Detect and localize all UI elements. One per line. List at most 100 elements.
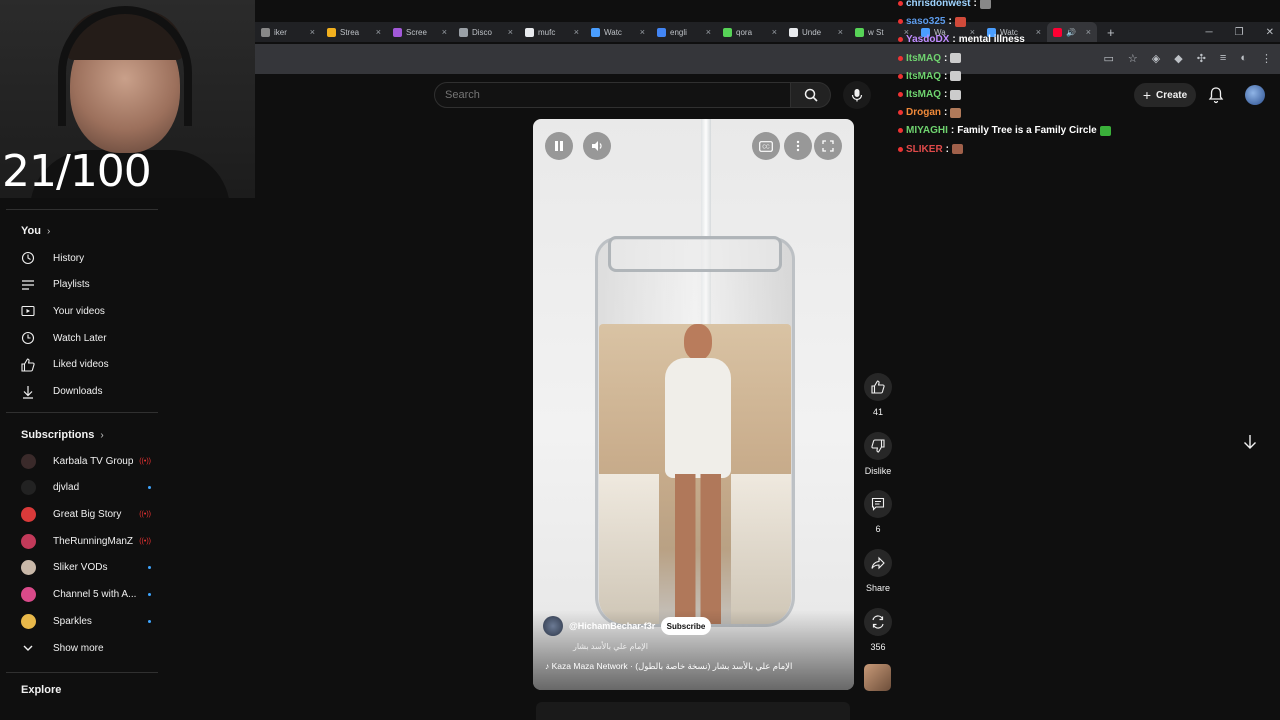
fullscreen-button[interactable]	[814, 132, 842, 160]
share-action: Share	[863, 549, 893, 593]
search-button[interactable]	[791, 82, 831, 108]
media-icon[interactable]: ≡	[1220, 52, 1226, 65]
bookmark-star-icon[interactable]: ☆	[1128, 52, 1138, 65]
tab-close-icon[interactable]: ×	[376, 27, 381, 37]
puzzle-icon[interactable]: ✣	[1197, 52, 1206, 65]
sidebar-you-header[interactable]: You ›	[21, 225, 50, 237]
chat-badge-icon	[898, 146, 903, 152]
tab-close-icon[interactable]: ×	[640, 27, 645, 37]
next-video-button[interactable]	[1238, 430, 1262, 454]
downloads-icon	[20, 384, 36, 400]
chat-badge-icon	[898, 73, 903, 79]
share-button[interactable]	[864, 549, 892, 577]
browser-tab[interactable]: Watc ×	[585, 22, 651, 42]
create-button[interactable]: + Create	[1134, 83, 1196, 107]
install-icon[interactable]: ▭	[1103, 52, 1113, 65]
tab-favicon-icon	[261, 27, 270, 37]
like-action: 41	[863, 373, 893, 417]
new-tab-button[interactable]: +	[1107, 25, 1115, 40]
tab-close-icon[interactable]: ×	[442, 27, 447, 37]
subscription-item[interactable]: Sliker VODs	[21, 558, 151, 578]
dislike-action: Dislike	[863, 432, 893, 476]
tab-label: mufc	[538, 27, 556, 37]
dislike-button[interactable]	[864, 432, 892, 460]
tab-close-icon[interactable]: ×	[838, 27, 843, 37]
like-button[interactable]	[864, 373, 892, 401]
sidebar-item-label: Playlists	[53, 279, 90, 291]
tab-close-icon[interactable]: ×	[1036, 27, 1041, 37]
chat-emote-icon	[952, 144, 964, 155]
browser-tab[interactable]: Disco ×	[453, 22, 519, 42]
profile-icon[interactable]: ◐	[1240, 52, 1247, 65]
video-title[interactable]: الإمام علي بالأسد بشار	[573, 642, 648, 651]
channel-avatar	[21, 613, 36, 629]
chat-badge-icon	[898, 37, 903, 43]
notifications-bell-icon[interactable]	[1207, 86, 1225, 104]
chat-separator: :	[944, 89, 948, 100]
sidebar-item-your-videos[interactable]: Your videos	[20, 301, 160, 321]
menu-icon[interactable]: ⋮	[1261, 52, 1272, 65]
subscribe-button[interactable]: Subscribe	[661, 617, 711, 635]
thumbs-down-icon	[871, 439, 885, 453]
captions-button[interactable]: CC	[752, 132, 780, 160]
channel-avatar[interactable]	[543, 616, 563, 636]
minimize-icon[interactable]: ─	[1206, 27, 1213, 38]
tab-close-icon[interactable]: ×	[508, 27, 513, 37]
new-content-dot	[148, 593, 151, 596]
browser-tab-active[interactable]: 🔊 ×	[1047, 22, 1097, 42]
browser-tab[interactable]: Scree ×	[387, 22, 453, 42]
account-avatar[interactable]	[1245, 85, 1265, 105]
sidebar-item-label: Watch Later	[53, 332, 107, 344]
sidebar-item-playlists[interactable]: Playlists	[20, 275, 160, 295]
tab-close-icon[interactable]: ×	[1086, 27, 1091, 37]
browser-tab[interactable]: mufc ×	[519, 22, 585, 42]
chevron-down-icon	[20, 640, 36, 656]
subscription-item[interactable]: TheRunningManZ ((•))	[21, 531, 151, 551]
more-options-button[interactable]	[784, 132, 812, 160]
remix-button[interactable]	[864, 608, 892, 636]
browser-tab[interactable]: engli ×	[651, 22, 717, 42]
sidebar-subscriptions-header[interactable]: Subscriptions ›	[21, 429, 104, 441]
close-window-icon[interactable]: ✕	[1266, 27, 1274, 38]
subscription-item[interactable]: Karbala TV Group ((•))	[21, 451, 151, 471]
subscription-item[interactable]: Channel 5 with A...	[21, 585, 151, 605]
sidebar-item-watch-later[interactable]: Watch Later	[20, 328, 160, 348]
extension-icon[interactable]: ◆	[1174, 52, 1182, 65]
channel-name[interactable]: @HichamBechar-f3r	[569, 621, 655, 631]
browser-tab[interactable]: qora ×	[717, 22, 783, 42]
comments-button[interactable]	[864, 490, 892, 518]
browser-tab[interactable]: Strea ×	[321, 22, 387, 42]
subscription-item[interactable]: Sparkles	[21, 611, 151, 631]
music-link[interactable]: ♪ Kaza Maza Network · (الإمام علي بالأسد…	[545, 661, 792, 672]
sound-thumbnail[interactable]	[864, 664, 891, 691]
pause-button[interactable]	[545, 132, 573, 160]
tab-label: w St	[868, 27, 884, 37]
tab-close-icon[interactable]: ×	[706, 27, 711, 37]
chat-username: ItsMAQ	[906, 70, 941, 82]
extension-icon[interactable]: ◈	[1152, 52, 1160, 65]
tab-label: Strea	[340, 27, 360, 37]
tab-close-icon[interactable]: ×	[310, 27, 315, 37]
more-vertical-icon	[796, 140, 800, 152]
chat-username: Drogan	[906, 107, 941, 119]
sidebar-item-history[interactable]: History	[20, 248, 160, 268]
shorts-player[interactable]: CC @HichamBechar-f3r Subscribe الإمام عل…	[533, 119, 854, 690]
volume-button[interactable]	[583, 132, 611, 160]
voice-search-button[interactable]	[843, 81, 871, 109]
search-box[interactable]	[434, 82, 791, 108]
tab-favicon-icon	[327, 27, 336, 37]
restore-icon[interactable]: ❐	[1235, 27, 1244, 38]
subscription-item[interactable]: Great Big Story ((•))	[21, 504, 151, 524]
search-input[interactable]	[435, 83, 790, 107]
next-video-preview[interactable]	[536, 702, 850, 720]
sidebar-item-downloads[interactable]: Downloads	[20, 382, 160, 402]
tab-close-icon[interactable]: ×	[574, 27, 579, 37]
browser-tab[interactable]: iker ×	[255, 22, 321, 42]
tab-close-icon[interactable]: ×	[772, 27, 777, 37]
subscription-item[interactable]: djvlad	[21, 478, 151, 498]
browser-tab[interactable]: Unde ×	[783, 22, 849, 42]
chat-username: ItsMAQ	[906, 52, 941, 64]
comment-count: 6	[875, 524, 881, 534]
show-more-button[interactable]: Show more	[20, 638, 160, 658]
sidebar-item-liked-videos[interactable]: Liked videos	[20, 355, 160, 375]
